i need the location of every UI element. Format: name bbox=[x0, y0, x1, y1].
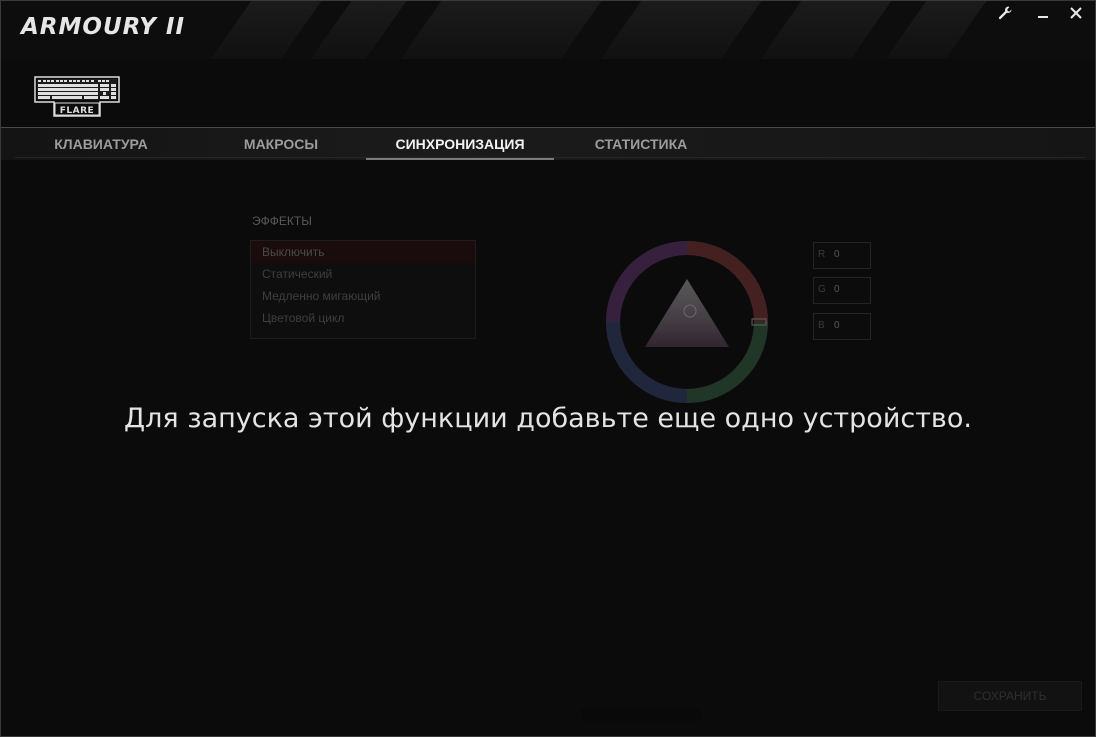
red-label: R bbox=[818, 249, 826, 260]
effect-item-breathing[interactable]: Медленно мигающий bbox=[251, 285, 475, 307]
effects-list: Выключить Статический Медленно мигающий … bbox=[250, 240, 476, 339]
tab-statistics[interactable]: СТАТИСТИКА bbox=[566, 128, 716, 158]
title-bar: ARMOURY II bbox=[1, 1, 1095, 59]
red-value: 0 bbox=[834, 249, 840, 260]
effect-item-off[interactable]: Выключить bbox=[251, 241, 475, 263]
device-label: FLARE bbox=[59, 106, 95, 116]
green-value-field[interactable]: G 0 bbox=[813, 277, 871, 304]
green-value: 0 bbox=[834, 284, 840, 295]
blue-value: 0 bbox=[834, 320, 840, 331]
blue-label: B bbox=[818, 320, 825, 331]
app-window: ARMOURY II FLARE КЛАВИАТУРА МАКРОСЫ СИНХ… bbox=[0, 0, 1096, 737]
red-value-field[interactable]: R 0 bbox=[813, 242, 871, 269]
sync-panel: ЭФФЕКТЫ Выключить Статический Медленно м… bbox=[1, 159, 1095, 736]
bottom-strip bbox=[581, 709, 701, 721]
tab-sync[interactable]: СИНХРОНИЗАЦИЯ bbox=[366, 128, 554, 160]
tab-macros[interactable]: МАКРОСЫ bbox=[206, 128, 356, 158]
close-icon[interactable] bbox=[1064, 5, 1088, 25]
keyboard-device-icon[interactable]: FLARE bbox=[34, 76, 120, 118]
color-wheel[interactable] bbox=[604, 239, 770, 405]
minimize-icon[interactable] bbox=[1031, 5, 1055, 25]
save-button[interactable]: СОХРАНИТЬ bbox=[938, 681, 1082, 711]
effect-item-static[interactable]: Статический bbox=[251, 263, 475, 285]
effects-heading: ЭФФЕКТЫ bbox=[252, 214, 312, 228]
green-label: G bbox=[818, 284, 826, 295]
tab-divider bbox=[15, 157, 1085, 158]
blue-value-field[interactable]: B 0 bbox=[813, 313, 871, 340]
tab-bar: КЛАВИАТУРА МАКРОСЫ СИНХРОНИЗАЦИЯ СТАТИСТ… bbox=[1, 127, 1095, 160]
add-device-message: Для запуска этой функции добавьте еще од… bbox=[124, 403, 972, 434]
tab-keyboard[interactable]: КЛАВИАТУРА bbox=[21, 128, 181, 158]
wrench-icon[interactable] bbox=[993, 5, 1017, 25]
app-title: ARMOURY II bbox=[21, 14, 186, 40]
effect-item-color-cycle[interactable]: Цветовой цикл bbox=[251, 307, 475, 329]
